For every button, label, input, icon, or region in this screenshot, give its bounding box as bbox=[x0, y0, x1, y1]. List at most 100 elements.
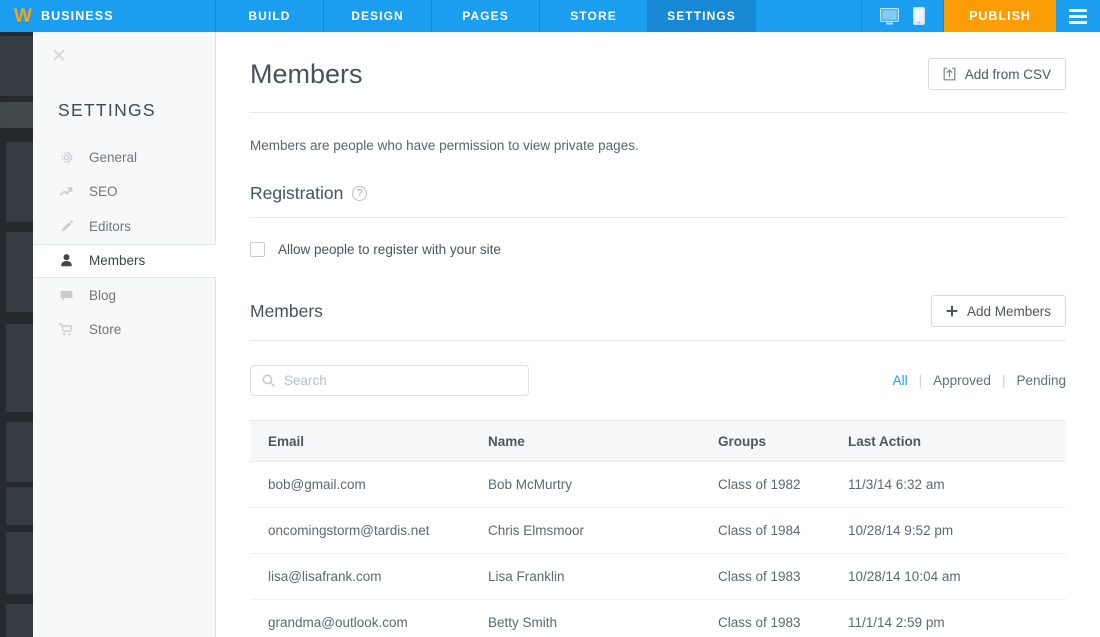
table-header-row: Email Name Groups Last Action bbox=[250, 420, 1066, 462]
cell-last-action: 11/3/14 6:32 am bbox=[830, 461, 1066, 508]
desktop-monitor-icon[interactable] bbox=[880, 7, 899, 25]
nav-tab-build-label: BUILD bbox=[248, 9, 291, 23]
nav-tab-store-label: STORE bbox=[570, 9, 617, 23]
publish-button[interactable]: PUBLISH bbox=[944, 0, 1056, 32]
cell-email: bob@gmail.com bbox=[250, 461, 470, 508]
filter-separator-2: | bbox=[1001, 373, 1006, 388]
column-header-groups[interactable]: Groups bbox=[700, 420, 830, 462]
cell-email: lisa@lisafrank.com bbox=[250, 553, 470, 600]
hamburger-menu-icon[interactable] bbox=[1056, 0, 1100, 32]
table-row[interactable]: grandma@outlook.com Betty Smith Class of… bbox=[250, 599, 1066, 637]
sidebar-nav: General SEO Editors Members Blog Store bbox=[33, 140, 217, 348]
nav-tab-store[interactable]: STORE bbox=[540, 0, 648, 32]
status-filters: All | Approved | Pending bbox=[893, 373, 1066, 388]
filter-row: Search All | Approved | Pending bbox=[250, 365, 1066, 396]
sidebar-item-seo-label: SEO bbox=[89, 184, 118, 200]
members-heading-wrap: Members bbox=[250, 301, 323, 322]
filter-all[interactable]: All bbox=[893, 373, 908, 388]
members-table-head: Email Name Groups Last Action bbox=[250, 420, 1066, 462]
publish-button-label: PUBLISH bbox=[969, 9, 1031, 23]
device-preview-group bbox=[862, 0, 944, 32]
members-table-body: bob@gmail.com Bob McMurtry Class of 1982… bbox=[250, 461, 1066, 637]
close-icon[interactable]: ✕ bbox=[48, 45, 70, 67]
column-header-name[interactable]: Name bbox=[470, 420, 700, 462]
table-row[interactable]: bob@gmail.com Bob McMurtry Class of 1982… bbox=[250, 461, 1066, 508]
nav-spacer bbox=[756, 0, 862, 32]
members-table: Email Name Groups Last Action bob@gmail.… bbox=[250, 420, 1066, 637]
nav-tab-pages-label: PAGES bbox=[462, 9, 509, 23]
cell-name: Bob McMurtry bbox=[470, 461, 700, 508]
nav-tab-design-label: DESIGN bbox=[351, 9, 404, 23]
person-icon bbox=[61, 254, 72, 267]
filter-approved[interactable]: Approved bbox=[933, 373, 991, 388]
shopping-cart-icon bbox=[58, 323, 73, 336]
trending-arrow-icon bbox=[59, 187, 73, 196]
cell-group: Class of 1983 bbox=[700, 553, 830, 600]
add-from-csv-label: Add from CSV bbox=[964, 66, 1051, 82]
intro-text: Members are people who have permission t… bbox=[250, 138, 639, 153]
nav-tab-settings-label: SETTINGS bbox=[667, 9, 736, 23]
registration-heading-wrap: Registration ? bbox=[250, 183, 368, 204]
cell-group: Class of 1983 bbox=[700, 599, 830, 637]
upload-icon bbox=[943, 67, 956, 81]
sidebar-item-store[interactable]: Store bbox=[33, 313, 216, 348]
search-input[interactable]: Search bbox=[250, 365, 529, 396]
members-heading: Members bbox=[250, 300, 323, 321]
gear-icon bbox=[61, 151, 73, 163]
cell-name: Lisa Franklin bbox=[470, 553, 700, 600]
sidebar-item-members-label: Members bbox=[89, 253, 146, 269]
cell-name: Chris Elmsmoor bbox=[470, 507, 700, 554]
page-header: Members Add from CSV bbox=[250, 32, 1066, 113]
sidebar-item-general-label: General bbox=[89, 149, 138, 165]
pencil-icon bbox=[61, 220, 73, 232]
registration-checkbox-row[interactable]: Allow people to register with your site bbox=[250, 242, 1066, 257]
registration-section-header: Registration ? bbox=[250, 183, 1066, 218]
top-navigation-bar: W BUSINESS BUILD DESIGN PAGES STORE SETT… bbox=[0, 0, 1100, 32]
add-members-label: Add Members bbox=[966, 303, 1051, 319]
weebly-logo-icon: W bbox=[14, 5, 32, 27]
column-header-email[interactable]: Email bbox=[250, 420, 470, 462]
nav-tab-pages[interactable]: PAGES bbox=[432, 0, 540, 32]
members-table-wrap: Email Name Groups Last Action bob@gmail.… bbox=[250, 420, 1066, 637]
members-panel: Members Add from CSV Members are people … bbox=[216, 32, 1100, 637]
sidebar-item-store-label: Store bbox=[89, 322, 122, 338]
members-section-header: Members Add Members bbox=[250, 295, 1066, 341]
sidebar-item-blog[interactable]: Blog bbox=[33, 278, 216, 313]
filter-separator-1: | bbox=[918, 373, 923, 388]
add-members-button[interactable]: Add Members bbox=[930, 295, 1066, 327]
speech-bubble-icon bbox=[60, 290, 73, 301]
plus-icon bbox=[946, 305, 958, 317]
column-header-last-action[interactable]: Last Action bbox=[830, 420, 1066, 462]
help-circle-icon[interactable]: ? bbox=[352, 186, 368, 201]
cell-last-action: 11/1/14 2:59 pm bbox=[830, 599, 1066, 637]
settings-sidebar: ✕ SETTINGS General SEO Editors Members B… bbox=[33, 32, 217, 637]
search-placeholder: Search bbox=[284, 373, 327, 388]
cell-email: grandma@outlook.com bbox=[250, 599, 470, 637]
allow-registration-checkbox[interactable] bbox=[250, 242, 265, 257]
cell-last-action: 10/28/14 9:52 pm bbox=[830, 507, 1066, 554]
search-icon bbox=[262, 374, 275, 387]
sidebar-item-blog-label: Blog bbox=[89, 287, 117, 303]
cell-email: oncomingstorm@tardis.net bbox=[250, 507, 470, 554]
page-title: Members bbox=[250, 58, 363, 89]
brand-label: BUSINESS bbox=[40, 9, 114, 23]
sidebar-item-editors[interactable]: Editors bbox=[33, 209, 216, 244]
nav-tab-build[interactable]: BUILD bbox=[216, 0, 324, 32]
mobile-phone-icon[interactable] bbox=[913, 7, 925, 25]
add-from-csv-button[interactable]: Add from CSV bbox=[927, 58, 1066, 90]
cell-last-action: 10/28/14 10:04 am bbox=[830, 553, 1066, 600]
sidebar-item-general[interactable]: General bbox=[33, 140, 216, 175]
allow-registration-label: Allow people to register with your site bbox=[278, 242, 501, 257]
table-row[interactable]: oncomingstorm@tardis.net Chris Elmsmoor … bbox=[250, 507, 1066, 554]
sidebar-item-seo[interactable]: SEO bbox=[33, 175, 216, 210]
sidebar-item-members[interactable]: Members bbox=[33, 243, 217, 278]
cell-group: Class of 1984 bbox=[700, 507, 830, 554]
filter-pending[interactable]: Pending bbox=[1016, 373, 1066, 388]
nav-tab-design[interactable]: DESIGN bbox=[324, 0, 432, 32]
cell-name: Betty Smith bbox=[470, 599, 700, 637]
nav-tab-settings[interactable]: SETTINGS bbox=[648, 0, 756, 32]
table-row[interactable]: lisa@lisafrank.com Lisa Franklin Class o… bbox=[250, 553, 1066, 600]
brand-area[interactable]: W BUSINESS bbox=[0, 0, 216, 32]
sidebar-title: SETTINGS bbox=[58, 100, 156, 120]
sidebar-item-editors-label: Editors bbox=[89, 218, 132, 234]
